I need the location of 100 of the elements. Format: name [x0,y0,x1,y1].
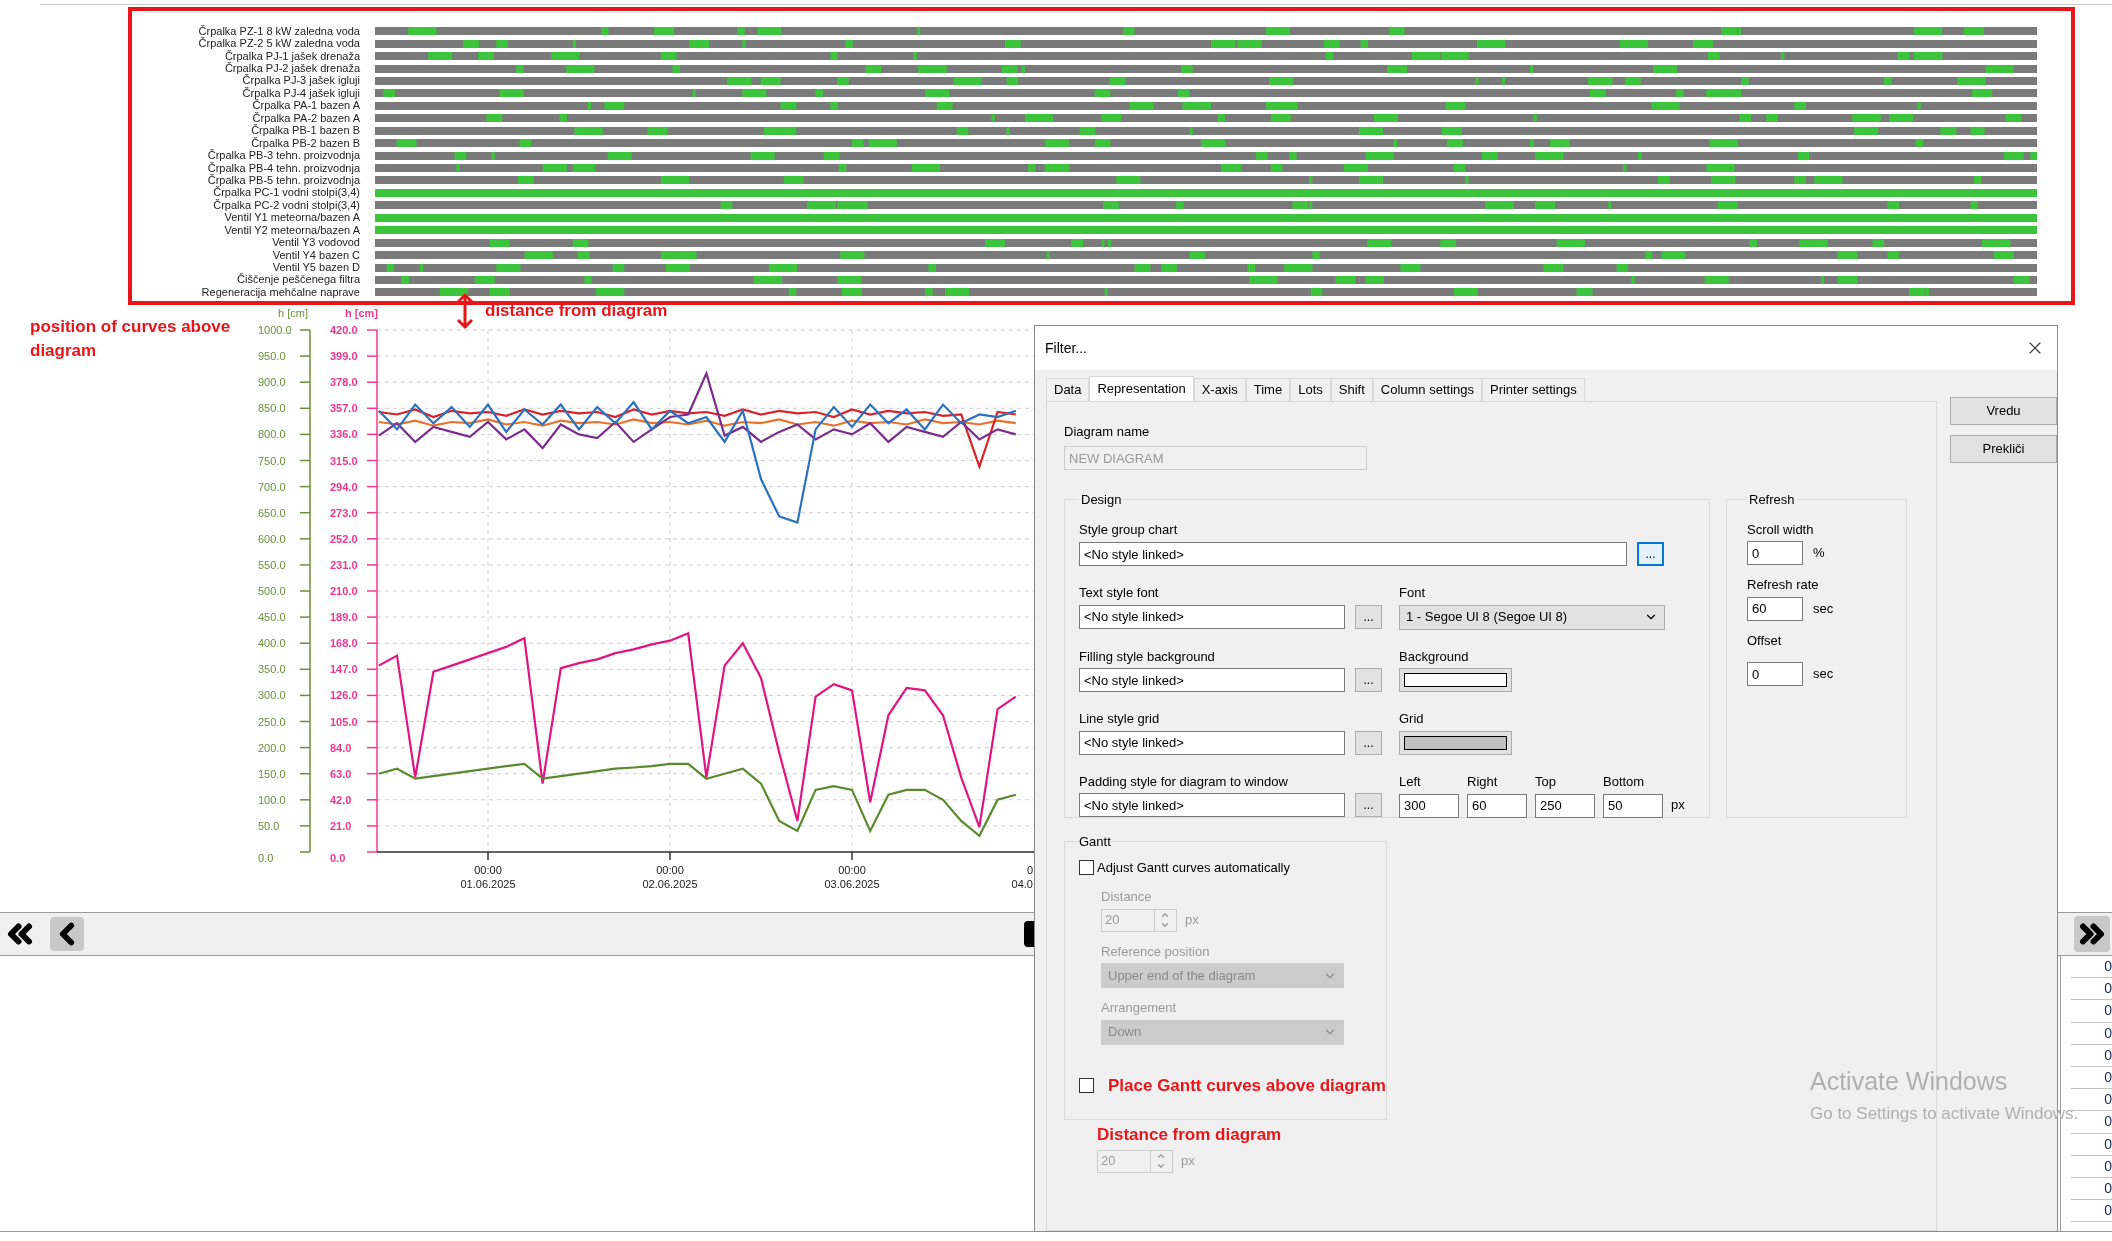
annotation-text: distance from diagram [485,300,668,323]
tab[interactable]: Printer settings [1482,378,1585,401]
checkbox[interactable] [1079,1077,1094,1093]
tick-label: 150.0 [258,767,286,780]
gantt-row-label: Ventil Y3 vodovod [271,237,360,249]
text-field[interactable]: 300 [1399,793,1459,818]
dialog-button[interactable]: Vredu [1950,397,2057,425]
text-field[interactable]: <No style linked> [1079,542,1627,566]
color-button[interactable] [1399,668,1512,692]
text-field[interactable]: 250 [1535,793,1595,818]
tick-label: 336.0 [330,428,358,441]
gantt-row-label: Črpalka PJ-2 jašek drenaža [223,63,360,75]
tab[interactable]: X-axis [1193,378,1246,401]
text-field[interactable]: 0 [1747,541,1803,565]
table-cell-text: 0 [2104,1023,2112,1043]
field-label: Filling style background [1079,647,1216,666]
last-page-icon[interactable] [2074,916,2110,952]
previous-icon[interactable] [50,917,84,951]
dropdown[interactable]: 1 - Segoe UI 8 (Segoe UI 8) [1399,604,1665,630]
group-title: Design [1080,491,1123,509]
gantt-row-label: Čiščenje peščenega filtra [236,274,360,286]
dialog-button[interactable]: Prekliči [1950,435,2057,463]
tick-label: 750.0 [258,454,286,467]
field-label: Reference position [1101,942,1211,961]
table-cell-text: 0 [2104,1178,2112,1198]
table-cell-text: 0 [2104,1134,2112,1154]
tick-label: 231.0 [330,558,358,571]
gantt-row-label: Črpalka PB-5 tehn. proizvodnja [206,174,360,186]
text-field[interactable]: <No style linked> [1079,730,1345,755]
field-label: Font [1399,584,1426,602]
tick-label: 100.0 [258,793,286,806]
tab[interactable]: Time [1245,378,1291,401]
gantt-row-label: Črpalka PJ-3 jašek igluji [242,75,360,87]
tick-label: 850.0 [258,402,286,415]
text-field[interactable]: 60 [1467,793,1527,818]
browse-button[interactable]: ... [1637,542,1664,566]
color-button[interactable] [1399,730,1512,755]
unit-label: px [1185,911,1199,930]
gantt-row-label: Črpalka PA-2 bazen A [251,112,360,124]
tick-label: 950.0 [258,350,286,363]
unit-label: px [1181,1152,1195,1171]
checkbox[interactable] [1079,859,1094,875]
tick-label: 550.0 [258,558,286,571]
tick-label: 300.0 [258,689,286,702]
annotation-text: Place Gantt curves above diagram [1108,1074,1386,1097]
text-field[interactable]: <No style linked> [1079,604,1345,629]
notice-title: Activate Windows [1810,1066,2009,1097]
text-field[interactable]: <No style linked> [1079,668,1345,692]
gantt-row-label: Regeneracija mehčalne naprave [200,286,360,298]
tab[interactable]: Shift [1330,378,1373,401]
field-label: Offset [1747,631,1783,650]
tick-label: 273.0 [330,506,358,519]
field-label: Left [1399,772,1422,791]
field-label: Diagram name [1064,423,1151,441]
axis-title: h [cm] [278,307,308,319]
table-cell-text: 0 [2104,1045,2112,1065]
tick-label: 315.0 [330,454,358,467]
gantt-row-label: Črpalka PC-2 vodni stolpi(3,4) [212,199,360,211]
table-cell-text: 0 [2104,957,2112,977]
tab[interactable]: Lots [1290,378,1331,401]
field-label: Background [1399,647,1470,666]
text-field[interactable]: 60 [1747,596,1803,621]
tab[interactable]: Column settings [1372,378,1482,401]
tick-label: 42.0 [330,793,352,806]
browse-button[interactable]: ... [1355,793,1382,817]
tab[interactable]: Data [1046,378,1090,401]
date-label: 00:00 02.06.2025 [642,864,698,890]
gantt-row-label: Črpalka PB-1 bazen B [250,125,360,137]
tick-label: 84.0 [330,741,352,754]
tick-label: 50.0 [258,819,280,832]
tab[interactable]: Representation [1089,376,1194,401]
unit-label: sec [1813,665,1834,684]
annotation-text: Distance from diagram [1097,1124,1283,1146]
table-cell-text: 0 [2104,1201,2112,1221]
tick-label: 63.0 [330,767,352,780]
gantt-row-label: Ventil Y5 bazen D [272,262,360,274]
tick-label: 189.0 [330,611,358,624]
text-field[interactable]: <No style linked> [1079,793,1345,817]
tick-label: 650.0 [258,506,286,519]
table-cell-text: 0 [2104,1112,2112,1132]
group-title: Refresh [1748,491,1796,509]
field-label: Bottom [1603,772,1646,791]
browse-button[interactable]: ... [1355,668,1382,692]
table-cell-text: 0 [2104,979,2112,999]
text-field[interactable]: 50 [1603,793,1663,818]
field-label: Right [1467,772,1499,791]
text-field[interactable]: 0 [1747,662,1803,686]
field-label: Grid [1399,710,1425,728]
tick-label: 250.0 [258,715,286,728]
browse-button[interactable]: ... [1355,604,1382,629]
tick-label: 294.0 [330,480,358,493]
gantt-row-label: Črpalka PZ-1 8 kW zaledna voda [197,25,360,37]
gantt-row-label: Črpalka PA-1 bazen A [252,100,360,112]
group-title: Gantt [1079,833,1111,851]
table-cell-text: 0 [2104,1068,2112,1088]
date-label: 0 04.0 [1011,864,1033,890]
browse-button[interactable]: ... [1355,730,1382,755]
annotation-text: position of curves above diagram [30,316,232,362]
gantt-row-label: Ventil Y1 meteorna/bazen A [223,212,360,224]
gantt-row-label: Ventil Y4 bazen C [271,249,360,261]
